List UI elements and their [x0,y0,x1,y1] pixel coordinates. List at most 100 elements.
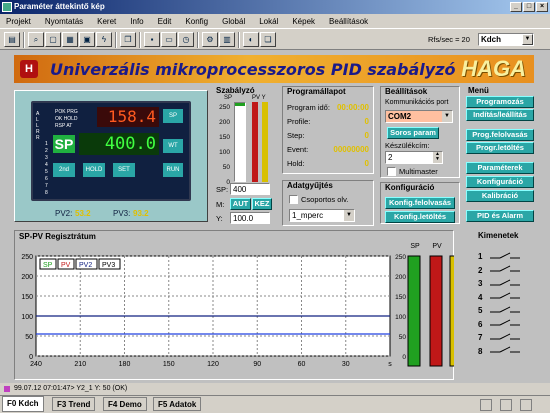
csoportos-checkbox[interactable] [289,195,298,204]
side-numbers: 12345678 [45,141,48,196]
monitor-icon[interactable]: ▭ [161,32,177,47]
multimaster-label: Multimaster [399,167,438,176]
kalibracio-button[interactable]: Kalibráció [466,190,534,202]
maximize-button[interactable]: □ [523,2,535,12]
output-row: 4 [478,291,534,305]
close-button[interactable]: × [536,2,548,12]
device-btn-sp[interactable]: SP [163,109,183,123]
arrow-icon[interactable]: ◐ [243,32,259,47]
device-btn-2nd[interactable]: 2nd [53,163,75,177]
bar-tick-label: 100 [395,314,406,321]
sp-bar [234,102,246,182]
csoportos-label: Csoportos olv. [301,195,349,204]
multimaster-checkbox[interactable] [387,167,396,176]
programozas-button[interactable]: Programozás [466,96,534,108]
view-select-value: Kdch [481,35,501,44]
menu-nyomtatas[interactable]: Nyomtatás [43,17,85,26]
tab-bar: F0 Kdch F3 Trend F4 Demo F5 Adatok [0,395,550,413]
tab-kdch[interactable]: F0 Kdch [2,396,44,412]
y-input[interactable]: 100.0 [230,212,270,224]
tray-icon-3[interactable] [520,399,532,411]
output-number: 1 [478,252,483,262]
output-row: 6 [478,318,534,332]
event-value: 00000000 [333,145,369,154]
level-bar-1 [429,255,443,367]
parameterek-button[interactable]: Paraméterek [466,162,534,174]
legend-sp: SP [43,262,53,269]
port-select[interactable]: COM2 ▼ [385,110,453,123]
windows-icon[interactable]: ❏ [260,32,276,47]
kimenetek-title: Kimenetek [478,231,519,240]
port-select-value: COM2 [388,112,412,121]
soros-param-button[interactable]: Soros param [387,127,439,139]
device-btn-run[interactable]: RUN [163,163,183,177]
profile-label: Profile: [287,117,311,126]
profile-value: 0 [364,117,369,126]
chart-icon[interactable]: ▥ [219,32,235,47]
print-icon[interactable]: ▤ [4,32,20,47]
tab-adatok[interactable]: F5 Adatok [153,397,202,411]
switch-icon [490,279,520,289]
menu-edit[interactable]: Edit [156,17,174,26]
konfig-felolvasas-button[interactable]: Konfig.felolvasás [385,197,455,209]
bar-tick-label: 50 [399,334,407,341]
device-btn-set[interactable]: SET [113,163,135,177]
window-icon[interactable]: ▣ [79,32,95,47]
banner: H Univerzális mikroprocesszoros PID szab… [14,55,534,83]
menu-konfig[interactable]: Konfig [183,17,210,26]
device-btn-wt[interactable]: WT [163,139,183,153]
menu-info[interactable]: Info [128,17,145,26]
adatgyujtes-title: Adatgyűjtés [287,181,333,190]
zoom-icon[interactable]: ⌕ [28,32,44,47]
menu-keret[interactable]: Keret [95,17,118,26]
clock-icon[interactable]: ◷ [178,32,194,47]
menu-kepek[interactable]: Képek [290,17,317,26]
output-number: 8 [478,346,483,356]
menu-global[interactable]: Globál [220,17,247,26]
sp-input[interactable]: 400 [230,183,270,195]
settings-icon[interactable]: ⚙ [202,32,218,47]
pid-alarm-button[interactable]: PID és Alarm [466,210,534,222]
minimize-button[interactable]: _ [510,2,522,12]
chevron-down-icon[interactable]: ▼ [442,111,452,122]
tray-icon-1[interactable] [480,399,492,411]
menu-beallitasok[interactable]: Beállítások [327,17,370,26]
spinner-icon[interactable]: ▲ ▼ [433,152,442,163]
chevron-down-icon[interactable]: ▼ [522,34,533,45]
legend-pv2: PV2 [79,262,92,269]
kez-button[interactable]: KEZ [252,198,272,210]
progr-letoltes-button[interactable]: Progr.letöltés [466,142,534,154]
copy-icon[interactable]: ❐ [120,32,136,47]
device-btn-hold[interactable]: HOLD [83,163,105,177]
interval-select[interactable]: 1_mperc ▼ [289,209,355,222]
inditas-button[interactable]: Indítás/leállítás [466,109,534,121]
tab-trend[interactable]: F3 Trend [52,397,96,411]
konfiguracio-menu-button[interactable]: Konfiguráció [466,176,534,188]
konfig-letoltes-button[interactable]: Konfig.letöltés [385,211,455,223]
chevron-down-icon[interactable]: ▼ [344,210,354,221]
menu-lokal[interactable]: Lokál [257,17,280,26]
sp-badge: SP [53,135,75,153]
save-icon[interactable]: ▪ [144,32,160,47]
lightning-icon[interactable]: ϟ [96,32,112,47]
szabalyzo-ticks: 250 200 150 100 50 0 [219,104,230,186]
status-text: 99.07.12 07:01:47> Y2_1 Y: 50 (OK) [14,385,128,392]
port-label: Kommunikációs port [385,99,449,106]
kimenetek-group: Kimenetek 1 2 3 4 5 6 7 8 [464,230,540,380]
page-icon[interactable]: ▢ [45,32,61,47]
tray-icon-2[interactable] [500,399,512,411]
menu-projekt[interactable]: Projekt [4,17,33,26]
address-input[interactable]: 2 ▲ ▼ [385,151,443,164]
szabalyzo-col-pvy: PV Y [252,95,266,101]
menu-panel: Menü Programozás Indítás/leállítás Prog.… [464,86,540,226]
status-icon [4,386,10,392]
address-label: Készülékcím: [385,141,430,150]
view-select[interactable]: Kdch ▼ [478,33,534,46]
outputs-list: 1 2 3 4 5 6 7 8 [478,250,534,358]
prog-felolvasas-button[interactable]: Prog.felolvasás [466,129,534,141]
aut-button[interactable]: AUT [230,198,251,210]
tab-demo[interactable]: F4 Demo [103,397,147,411]
x-tick-label: 240 [30,361,42,368]
status-bar: 99.07.12 07:01:47> Y2_1 Y: 50 (OK) [0,383,550,395]
table-icon[interactable]: ▦ [62,32,78,47]
